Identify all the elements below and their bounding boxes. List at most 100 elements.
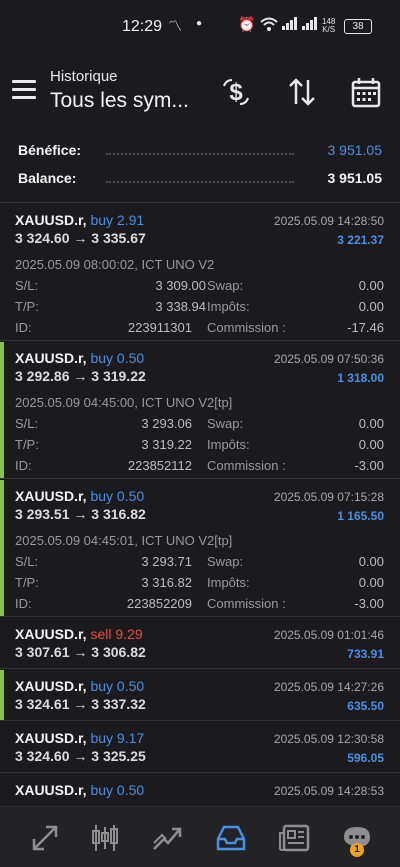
trade-prices: 3 293.51 → 3 316.82	[15, 506, 146, 522]
trade-profit: 635.50	[347, 699, 384, 713]
swap-label: Swap:	[207, 416, 244, 431]
id-value: 223852112	[127, 458, 192, 473]
swap-label: Swap:	[207, 278, 244, 293]
sl-value: 3 293.06	[141, 416, 192, 431]
trade-open-info: 2025.05.09 04:45:00, ICT UNO V2[tp]	[15, 395, 233, 410]
alarm-icon: ⏰	[238, 16, 256, 32]
dot-icon: ●	[196, 18, 203, 29]
trade-row[interactable]: XAUUSD.r, buy 2.91 3 324.60 → 3 335.67 2…	[0, 204, 400, 340]
trade-close-time: 2025.05.09 14:28:53	[273, 784, 384, 798]
trade-row[interactable]: XAUUSD.r, buy 0.50 3 293.51 → 3 316.82 2…	[0, 480, 400, 616]
trade-profit: 1 165.50	[337, 509, 384, 523]
swap-label: Swap:	[207, 554, 244, 569]
trade-open-info: 2025.05.09 08:00:02, ICT UNO V2	[15, 257, 215, 272]
page-subtitle: Historique	[50, 68, 118, 85]
battery-indicator: 38	[344, 19, 372, 34]
tp-value: 3 319.22	[141, 437, 192, 452]
commission-value: -17.46	[347, 320, 384, 335]
id-value: 223911301	[127, 320, 192, 335]
app-header: Historique Tous les sym... $	[0, 56, 400, 126]
trade-icon[interactable]	[150, 821, 184, 855]
taxes-label: Impôts:	[207, 437, 250, 452]
trade-close-time: 2025.05.09 14:28:50	[273, 214, 384, 228]
swap-value: 0.00	[358, 416, 384, 431]
trade-side: buy 0.50	[90, 782, 145, 798]
sl-label: S/L:	[15, 278, 39, 293]
signal-icon-2	[302, 16, 318, 33]
trade-open-info: 2025.05.09 04:45:01, ICT UNO V2[tp]	[15, 533, 233, 548]
trade-symbol: XAUUSD.r, buy 0.50	[15, 678, 145, 694]
trade-symbol: XAUUSD.r, sell 9.29	[15, 626, 143, 642]
dotted-leader	[106, 153, 294, 155]
id-label: ID:	[15, 596, 32, 611]
trade-side: buy 9.17	[90, 730, 145, 746]
signal-icon-1	[282, 16, 298, 33]
wifi-icon	[260, 16, 278, 35]
account-summary: Bénéfice: 3 951.05 Balance: 3 951.05	[0, 136, 400, 202]
divider	[0, 478, 400, 479]
trade-side: sell 9.29	[90, 626, 143, 642]
sl-label: S/L:	[15, 554, 39, 569]
balance-row: Balance: 3 951.05	[18, 170, 382, 192]
news-icon[interactable]	[278, 821, 312, 855]
tp-value: 3 338.94	[155, 299, 206, 314]
notification-badge: 1	[350, 843, 364, 857]
tp-value: 3 316.82	[141, 575, 192, 590]
trade-symbol: XAUUSD.r, buy 0.50	[15, 782, 145, 798]
taxes-value: 0.00	[358, 575, 384, 590]
trade-symbol: XAUUSD.r, buy 0.50	[15, 350, 145, 366]
history-icon[interactable]	[214, 821, 248, 855]
trade-side: buy 0.50	[90, 678, 145, 694]
profit-label: Bénéfice:	[18, 142, 82, 158]
swap-value: 0.00	[358, 278, 384, 293]
trade-prices: 3 324.60 → 3 335.67	[15, 230, 146, 246]
commission-label: Commission :	[207, 596, 286, 611]
taxes-label: Impôts:	[207, 575, 250, 590]
trade-side: buy 0.50	[90, 488, 145, 504]
trade-close-time: 2025.05.09 07:50:36	[273, 352, 384, 366]
trade-prices: 3 324.60 → 3 325.25	[15, 748, 146, 764]
trade-row[interactable]: XAUUSD.r, buy 0.50 3 324.61 → 3 337.32 2…	[0, 670, 400, 720]
chart-candles-icon[interactable]	[88, 821, 122, 855]
dotted-leader	[106, 181, 294, 183]
profit-row: Bénéfice: 3 951.05	[18, 142, 382, 164]
trade-profit: 733.91	[347, 647, 384, 661]
tp-label: T/P:	[15, 299, 39, 314]
quotes-icon[interactable]	[28, 821, 62, 855]
take-profit-marker	[0, 342, 4, 478]
commission-value: -3.00	[354, 596, 384, 611]
bottom-navigation: 1	[0, 806, 400, 867]
menu-icon[interactable]	[12, 80, 36, 100]
commission-value: -3.00	[354, 458, 384, 473]
trade-prices: 3 292.86 → 3 319.22	[15, 368, 146, 384]
trade-profit: 1 318.00	[337, 371, 384, 385]
divider	[0, 720, 400, 721]
svg-text:$: $	[229, 79, 243, 106]
sl-value: 3 309.00	[155, 278, 206, 293]
profit-value: 3 951.05	[327, 142, 383, 158]
taxes-label: Impôts:	[207, 299, 250, 314]
commission-label: Commission :	[207, 458, 286, 473]
trade-prices: 3 324.61 → 3 337.32	[15, 696, 146, 712]
trade-row[interactable]: XAUUSD.r, buy 9.17 3 324.60 → 3 325.25 2…	[0, 722, 400, 772]
divider	[0, 616, 400, 617]
symbol-filter[interactable]: Tous les sym...	[50, 89, 189, 113]
trade-close-time: 2025.05.09 01:01:46	[273, 628, 384, 642]
trade-row[interactable]: XAUUSD.r, buy 0.50 3 292.86 → 3 319.22 2…	[0, 342, 400, 478]
taxes-value: 0.00	[358, 437, 384, 452]
trade-row[interactable]: XAUUSD.r, sell 9.29 3 307.61 → 3 306.82 …	[0, 618, 400, 668]
sort-icon[interactable]	[284, 74, 320, 110]
divider	[0, 668, 400, 669]
trade-close-time: 2025.05.09 14:27:26	[273, 680, 384, 694]
divider	[0, 202, 400, 203]
status-bar: 12:29 〽 ● ⏰ 148 K/S 38	[0, 0, 400, 50]
network-speed: 148 K/S	[322, 17, 336, 34]
activity-icon: 〽	[168, 18, 182, 34]
trade-row[interactable]: XAUUSD.r, buy 0.50 2025.05.09 14:28:53	[0, 774, 400, 806]
clock: 12:29	[122, 18, 163, 35]
deposit-icon[interactable]: $	[218, 74, 254, 110]
id-label: ID:	[15, 320, 32, 335]
calendar-icon[interactable]	[348, 74, 384, 110]
take-profit-marker	[0, 480, 4, 616]
trade-side: buy 0.50	[90, 350, 145, 366]
